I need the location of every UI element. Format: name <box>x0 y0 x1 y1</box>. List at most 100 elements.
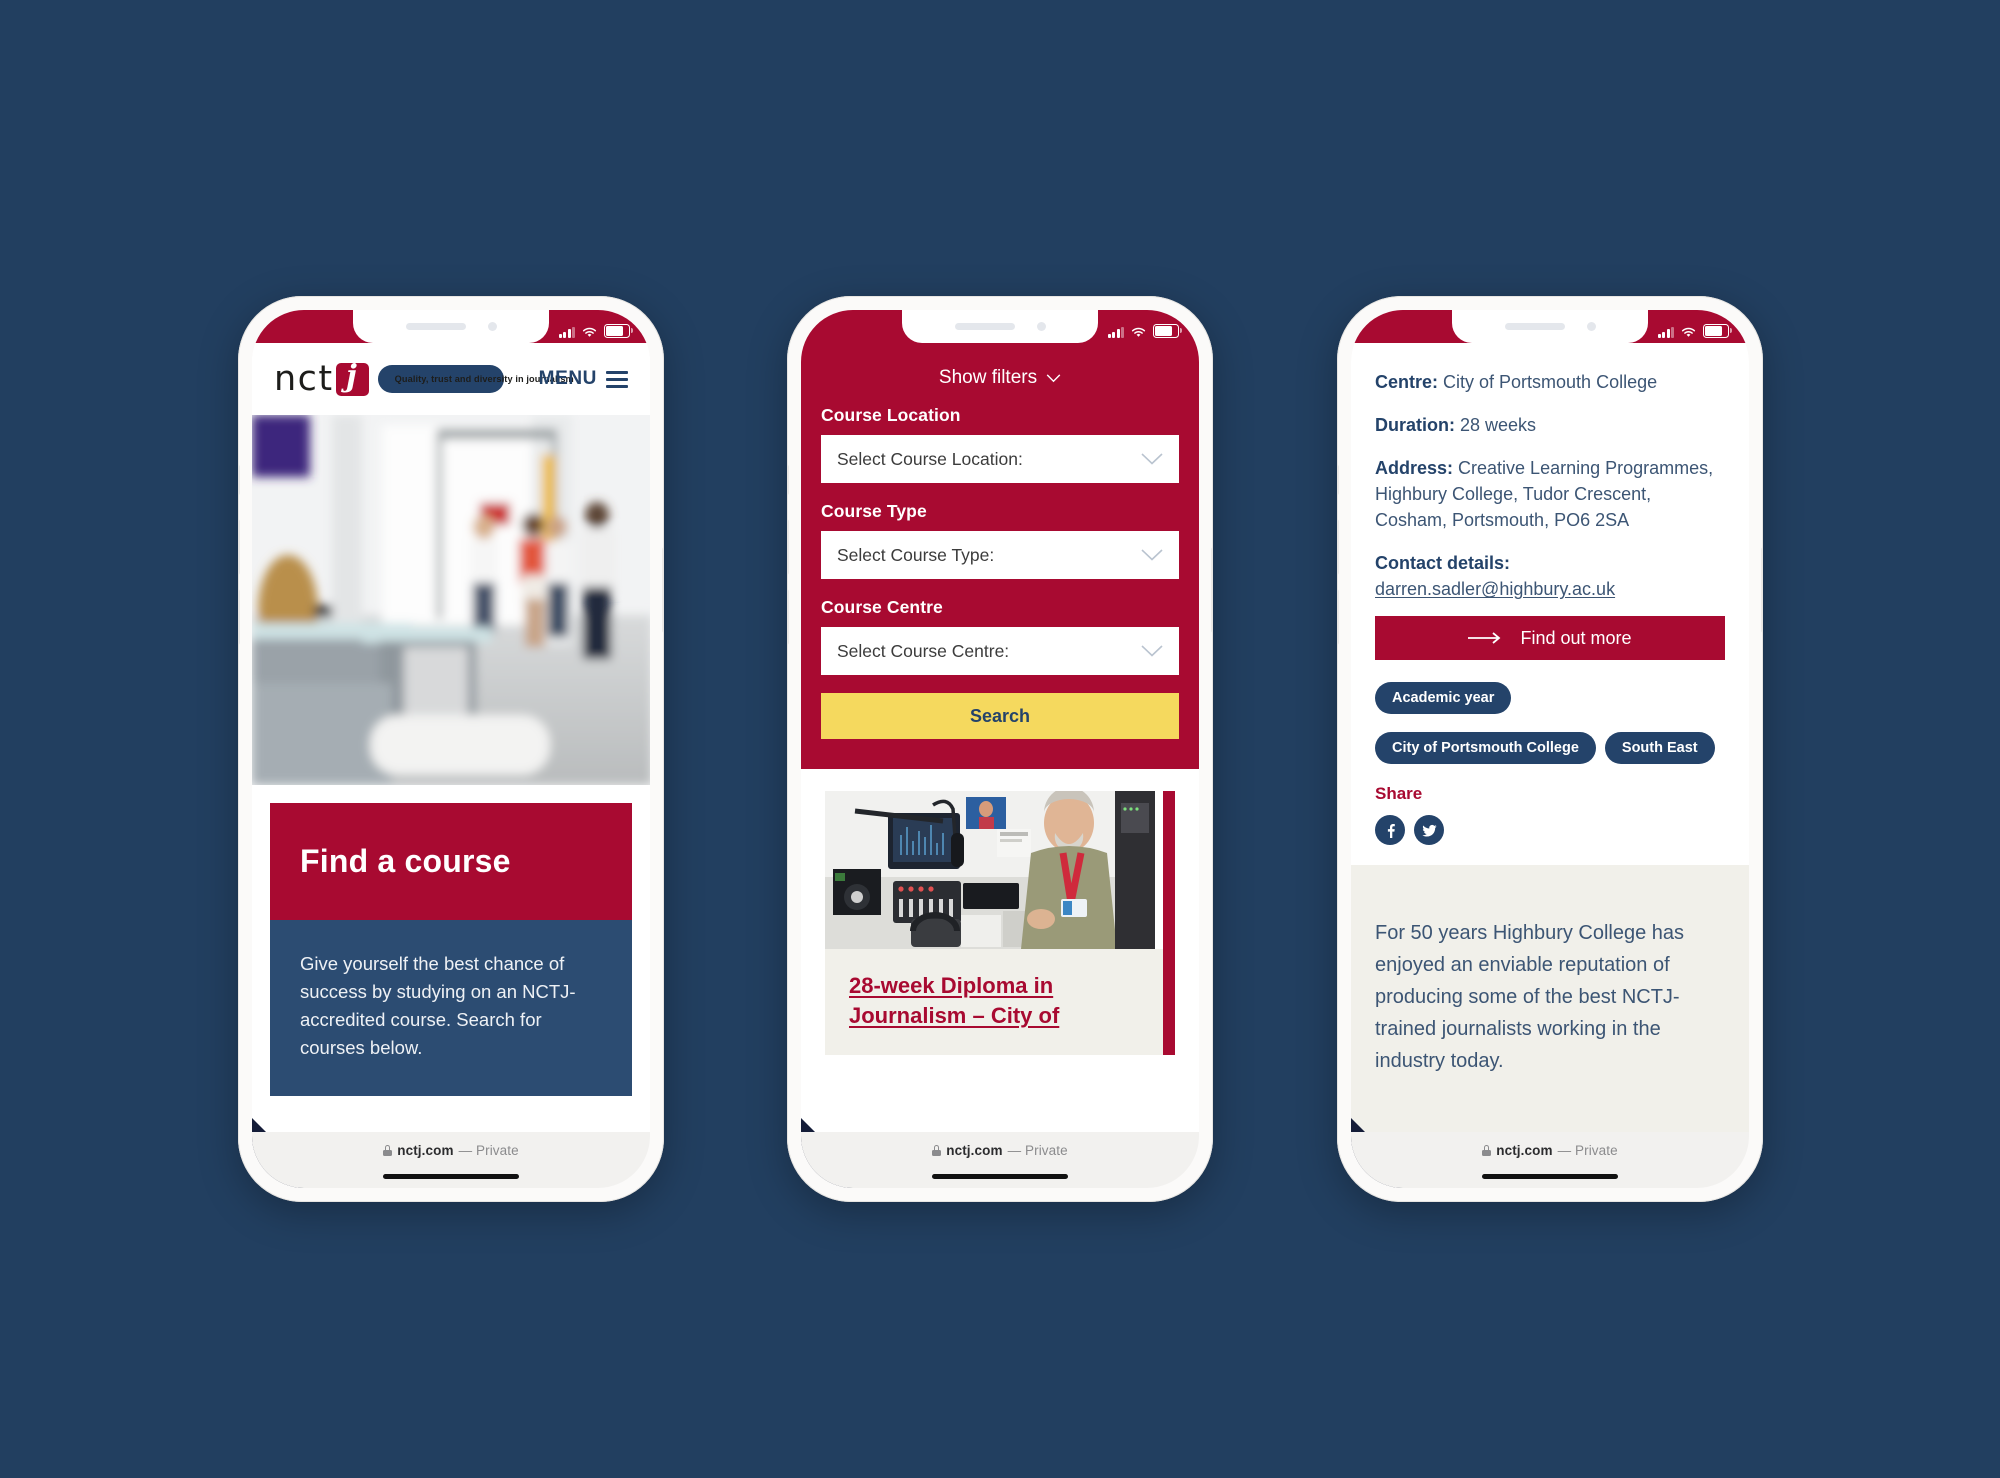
chevron-down-icon <box>1141 549 1163 561</box>
hero-image <box>252 415 650 785</box>
earpiece-speaker <box>954 323 1015 330</box>
detail-duration-value: 28 weeks <box>1455 415 1537 435</box>
battery-icon <box>604 324 633 338</box>
lock-icon <box>383 1145 393 1156</box>
detail-centre: Centre: City of Portsmouth College <box>1375 369 1725 395</box>
privacy-label: — Private <box>1557 1143 1618 1158</box>
front-camera <box>1586 322 1596 331</box>
home-indicator[interactable] <box>383 1174 519 1179</box>
course-filter-panel: Show filters Course Location Select Cour… <box>801 343 1199 769</box>
safari-bottom-bar: nctj.com — Private <box>801 1132 1199 1188</box>
facebook-icon <box>1387 824 1395 838</box>
cellular-signal-icon <box>1657 327 1674 338</box>
course-type-select[interactable]: Select Course Type: <box>821 531 1179 579</box>
earpiece-speaker <box>1504 323 1565 330</box>
find-out-more-button[interactable]: Find out more <box>1375 616 1725 660</box>
page-content-2: Show filters Course Location Select Cour… <box>801 343 1199 1132</box>
notch <box>902 310 1098 343</box>
home-indicator[interactable] <box>1482 1174 1618 1179</box>
cellular-signal-icon <box>1107 327 1124 338</box>
phone-mockup-1: nct j Quality, trust and diversity in jo… <box>238 296 664 1202</box>
battery-icon <box>1703 324 1732 338</box>
logo-text: nct <box>274 358 334 399</box>
detail-address-label: Address: <box>1375 458 1454 478</box>
show-filters-toggle[interactable]: Show filters <box>821 361 1179 405</box>
detail-duration: Duration: 28 weeks <box>1375 412 1725 438</box>
course-card-body: 28-week Diploma in Journalism – City of <box>825 949 1175 1055</box>
detail-centre-value: City of Portsmouth College <box>1438 372 1658 392</box>
nctj-logo[interactable]: nct j Quality, trust and diversity in jo… <box>274 358 574 399</box>
battery-icon <box>1153 324 1182 338</box>
volume-up-button[interactable] <box>788 519 789 575</box>
search-results: 28-week Diploma in Journalism – City of <box>801 769 1199 1055</box>
safari-bottom-bar: nctj.com — Private <box>1351 1132 1749 1188</box>
earpiece-speaker <box>405 323 466 330</box>
mute-switch[interactable] <box>1338 465 1339 495</box>
share-label: Share <box>1375 784 1423 803</box>
tag-academic-year[interactable]: Academic year <box>1375 682 1512 714</box>
volume-up-button[interactable] <box>1338 519 1339 575</box>
volume-up-button[interactable] <box>239 519 240 575</box>
phone-screen-1: nct j Quality, trust and diversity in jo… <box>252 310 650 1188</box>
power-button[interactable] <box>662 547 663 633</box>
contact-email-link[interactable]: darren.sadler@highbury.ac.uk <box>1375 579 1615 599</box>
arrow-right-icon <box>1468 632 1501 644</box>
wifi-icon <box>582 327 597 338</box>
course-location-label: Course Location <box>821 405 961 425</box>
course-centre-select[interactable]: Select Course Centre: <box>821 627 1179 675</box>
course-title-link[interactable]: 28-week Diploma in Journalism – City of <box>849 971 1151 1031</box>
volume-down-button[interactable] <box>1338 589 1339 645</box>
course-type-label: Course Type <box>821 501 927 521</box>
notch <box>1452 310 1648 343</box>
detail-centre-label: Centre: <box>1375 372 1439 392</box>
twitter-share-button[interactable] <box>1414 815 1444 845</box>
page-content-3: Centre: City of Portsmouth College Durat… <box>1351 343 1749 1132</box>
home-indicator[interactable] <box>932 1174 1068 1179</box>
detail-contact: Contact details: darren.sadler@highbury.… <box>1375 550 1725 602</box>
detail-address: Address: Creative Learning Programmes, H… <box>1375 455 1725 533</box>
course-centre-value: Select Course Centre: <box>837 640 1010 661</box>
phone-mockup-2: Show filters Course Location Select Cour… <box>787 296 1213 1202</box>
address-bar[interactable]: nctj.com — Private <box>1482 1143 1618 1158</box>
logo-j-tile: j <box>335 359 369 396</box>
course-result-card[interactable]: 28-week Diploma in Journalism – City of <box>825 791 1175 1055</box>
course-type-value: Select Course Type: <box>837 544 995 565</box>
detail-contact-label: Contact details: <box>1375 553 1511 573</box>
phone-body: Centre: City of Portsmouth College Durat… <box>1337 296 1763 1202</box>
phone-body: nct j Quality, trust and diversity in jo… <box>238 296 664 1202</box>
phone-body: Show filters Course Location Select Cour… <box>787 296 1213 1202</box>
wifi-icon <box>1681 327 1696 338</box>
find-a-course-description: Give yourself the best chance of success… <box>300 953 576 1058</box>
front-camera <box>487 322 497 331</box>
menu-button[interactable]: MENU <box>539 368 628 390</box>
about-section: For 50 years Highbury College has enjoye… <box>1351 891 1749 1077</box>
chevron-down-icon <box>1046 373 1061 382</box>
power-button[interactable] <box>1761 547 1762 633</box>
facebook-share-button[interactable] <box>1375 815 1405 845</box>
hamburger-menu-icon <box>606 370 628 388</box>
section-spacer <box>1351 865 1749 891</box>
wifi-icon <box>1131 327 1146 338</box>
course-centre-label: Course Centre <box>821 597 943 617</box>
url-domain: nctj.com <box>946 1143 1003 1158</box>
address-bar[interactable]: nctj.com — Private <box>932 1143 1068 1158</box>
phone-screen-2: Show filters Course Location Select Cour… <box>801 310 1199 1188</box>
mute-switch[interactable] <box>788 465 789 495</box>
course-location-select[interactable]: Select Course Location: <box>821 435 1179 483</box>
front-camera <box>1036 322 1046 331</box>
mute-switch[interactable] <box>239 465 240 495</box>
power-button[interactable] <box>1211 547 1212 633</box>
card-accent-bar <box>1163 791 1175 1055</box>
tag-south-east[interactable]: South East <box>1604 732 1715 764</box>
tag-city-of-portsmouth-college[interactable]: City of Portsmouth College <box>1375 732 1596 764</box>
lock-icon <box>932 1145 942 1156</box>
volume-down-button[interactable] <box>239 589 240 645</box>
url-domain: nctj.com <box>1496 1143 1553 1158</box>
url-domain: nctj.com <box>397 1143 454 1158</box>
chevron-down-icon <box>1141 645 1163 657</box>
volume-down-button[interactable] <box>788 589 789 645</box>
search-button[interactable]: Search <box>821 693 1179 739</box>
address-bar[interactable]: nctj.com — Private <box>383 1143 519 1158</box>
find-a-course-heading-block: Find a course <box>270 803 632 920</box>
course-location-value: Select Course Location: <box>837 448 1023 469</box>
